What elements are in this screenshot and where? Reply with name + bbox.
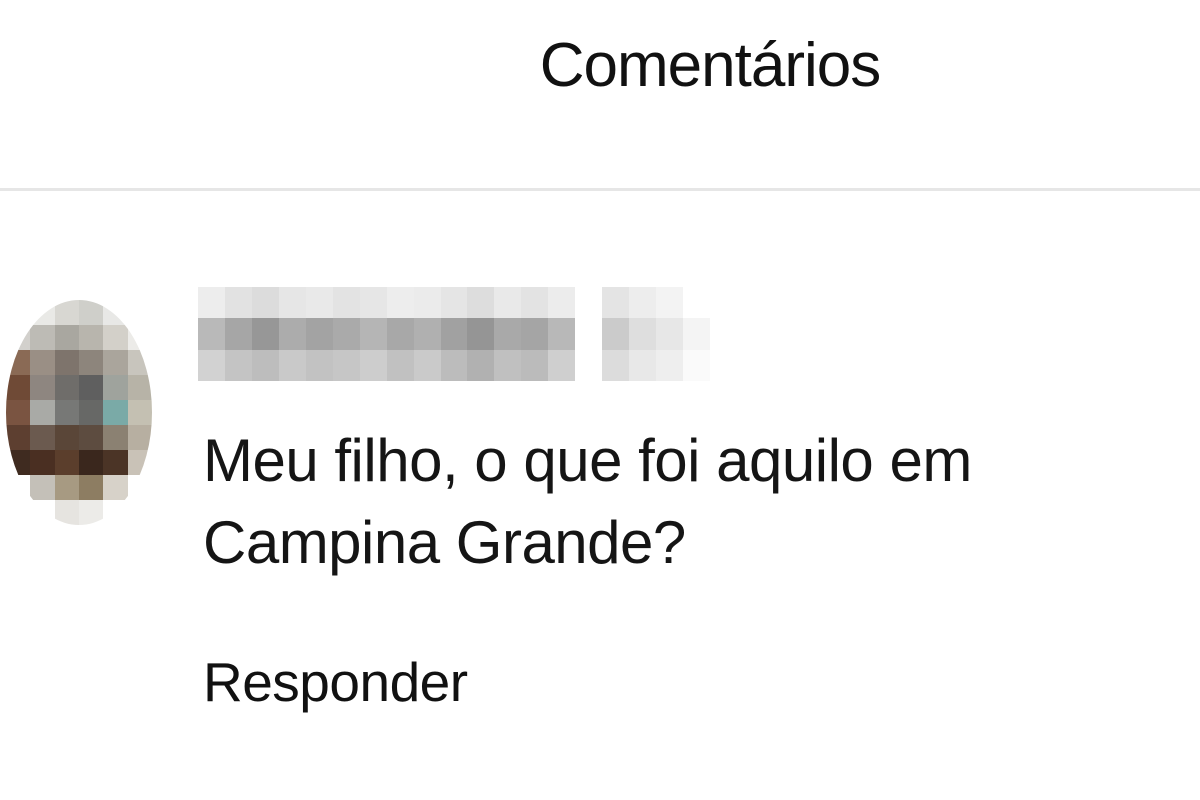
comment-text: Meu filho, o que foi aquilo em Campina G… (203, 427, 972, 576)
avatar[interactable] (6, 300, 152, 525)
avatar-pixelated-image (6, 300, 152, 525)
comments-header: Comentários (0, 0, 1200, 190)
username-redacted[interactable] (198, 287, 710, 381)
reply-button[interactable]: Responder (203, 650, 468, 714)
page-title: Comentários (539, 31, 881, 100)
